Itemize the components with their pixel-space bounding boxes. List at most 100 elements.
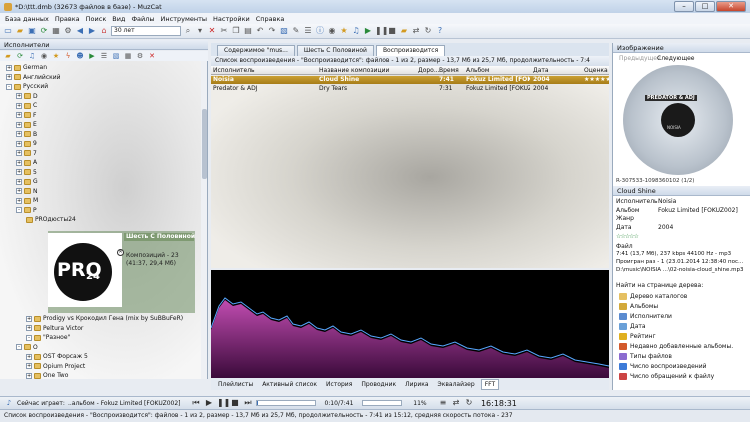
expand-icon[interactable]: +: [6, 64, 12, 71]
play-icon[interactable]: ▶: [204, 398, 214, 408]
column-header[interactable]: Доро...: [418, 67, 440, 74]
play-icon[interactable]: ▶: [363, 26, 373, 36]
tree-item[interactable]: + OST Форсаж 5: [26, 352, 88, 361]
collapse-icon[interactable]: -: [16, 207, 22, 213]
playlist-row[interactable]: Predator & ADJ Dry Tears 7:31 Fokuz Limited…: [211, 85, 609, 93]
menu-item[interactable]: База данных: [5, 15, 49, 23]
pause-icon[interactable]: ❚❚: [375, 26, 388, 36]
disk-icon[interactable]: ◉: [39, 51, 49, 61]
tree-item[interactable]: + A: [16, 158, 37, 167]
search-icon[interactable]: ⌕: [183, 26, 193, 36]
expand-icon[interactable]: +: [16, 112, 22, 118]
disk-icon[interactable]: ◉: [327, 26, 337, 36]
shuffle-icon[interactable]: ⇄: [451, 398, 461, 408]
stop-icon[interactable]: ■: [387, 26, 397, 36]
tree-item[interactable]: -P: [16, 206, 37, 215]
expand-icon[interactable]: +: [26, 353, 32, 360]
expand-icon[interactable]: +: [16, 159, 22, 166]
tree-item[interactable]: + One Two: [26, 371, 68, 379]
refresh-icon[interactable]: ⟳: [39, 26, 49, 36]
tree-item[interactable]: + German: [6, 63, 47, 72]
tree-item[interactable]: + M: [16, 196, 38, 205]
tree-nav-link[interactable]: Число обращений к файлу: [619, 373, 714, 380]
artists-tree[interactable]: PRO 24 ✕ Шесть С Половиной Композиций - …: [0, 61, 208, 379]
tree-item[interactable]: PROдюсты24: [26, 215, 76, 224]
play-icon[interactable]: ▶: [87, 51, 97, 61]
tree-nav-link[interactable]: Дерево каталогов: [619, 293, 687, 300]
expand-icon[interactable]: +: [16, 131, 22, 137]
album-card[interactable]: PRO 24 ✕ Шесть С Половиной Композиций - …: [48, 231, 195, 313]
bottom-tab[interactable]: Лирика: [402, 380, 431, 389]
volume-slider[interactable]: [361, 400, 402, 406]
arrow-left-icon[interactable]: ◀: [75, 26, 85, 36]
tab-1[interactable]: Содержимое "mus...: [217, 45, 295, 56]
tree-scrollbar-thumb[interactable]: [202, 109, 207, 179]
collapse-icon[interactable]: -: [26, 334, 32, 341]
expand-icon[interactable]: +: [16, 102, 22, 109]
settings-icon[interactable]: ⚙: [63, 26, 73, 36]
close-icon[interactable]: ✕: [147, 51, 157, 61]
list-icon[interactable]: ☰: [99, 51, 109, 61]
prev-track-icon[interactable]: ⏮: [191, 398, 201, 408]
save-icon[interactable]: ▣: [27, 26, 37, 36]
bottom-tab[interactable]: FFT: [480, 378, 500, 390]
tab-2[interactable]: Шесть С Половиной: [296, 45, 374, 56]
bottom-tab[interactable]: Плейлисты: [215, 380, 256, 389]
repeat-icon[interactable]: ↻: [423, 26, 433, 36]
column-header[interactable]: Альбом: [466, 67, 489, 74]
tree-item[interactable]: + Opium Project: [26, 362, 85, 371]
tree-item[interactable]: + E: [16, 120, 37, 129]
menu-item[interactable]: Правка: [55, 15, 80, 23]
maximize-button[interactable]: □: [695, 1, 715, 12]
playlist-row[interactable]: NoisiaCloud Shine7:41Fokuz Limited [FOKU…: [211, 76, 609, 84]
expand-icon[interactable]: +: [26, 372, 32, 379]
tree-nav-link[interactable]: Исполнители: [619, 313, 672, 320]
tree-nav-link[interactable]: Рейтинг: [619, 333, 656, 340]
expand-icon[interactable]: +: [26, 363, 32, 369]
bottom-tab[interactable]: История: [323, 380, 355, 389]
bottom-tab[interactable]: Эквалайзер: [435, 380, 478, 389]
tree-item[interactable]: +5: [16, 168, 37, 177]
tree-item[interactable]: + G: [16, 177, 38, 186]
list-icon[interactable]: ☰: [303, 26, 313, 36]
tab-3[interactable]: Воспроизводится: [375, 45, 446, 56]
pause-icon[interactable]: ❚❚: [217, 398, 230, 408]
folder-icon[interactable]: ▰: [399, 26, 409, 36]
tree-item[interactable]: + F: [16, 111, 36, 120]
expand-icon[interactable]: +: [16, 93, 22, 99]
menu-item[interactable]: Инструменты: [161, 15, 208, 23]
tree-item[interactable]: - Русский: [6, 82, 48, 91]
tree-item[interactable]: + Prodigy vs Крокодил Гена (mix by SuBBuF…: [26, 314, 183, 323]
expand-icon[interactable]: +: [16, 140, 22, 147]
seek-bar[interactable]: [255, 400, 316, 406]
prev-image-link[interactable]: Предыдущее: [619, 55, 661, 62]
next-image-link[interactable]: Следующее: [657, 55, 695, 62]
close-button[interactable]: ✕: [716, 1, 746, 12]
column-header[interactable]: Время: [439, 67, 459, 74]
music-icon[interactable]: ♫: [27, 51, 37, 61]
expand-icon[interactable]: +: [16, 188, 22, 194]
expand-icon[interactable]: +: [6, 74, 12, 80]
tree-item[interactable]: + Английский: [6, 73, 61, 82]
expand-icon[interactable]: +: [16, 150, 22, 156]
expand-icon[interactable]: +: [16, 169, 22, 175]
music-icon[interactable]: ♫: [351, 26, 361, 36]
age-filter-combo[interactable]: 30 лет: [111, 26, 181, 36]
settings-icon[interactable]: ⚙: [135, 51, 145, 61]
arrow-right-icon[interactable]: ▶: [87, 26, 97, 36]
info-icon[interactable]: ⓘ: [315, 26, 325, 36]
filter-icon[interactable]: ▾: [195, 26, 205, 36]
edit-icon[interactable]: ✎: [291, 26, 301, 36]
image-icon[interactable]: ▧: [111, 51, 121, 61]
remove-icon[interactable]: ✕: [117, 249, 124, 256]
delete-icon[interactable]: ✕: [207, 26, 217, 36]
bottom-tab[interactable]: Активный список: [259, 380, 320, 389]
help-icon[interactable]: ?: [435, 26, 445, 36]
tree-item[interactable]: - "Разное": [26, 333, 70, 342]
tree-nav-link[interactable]: Дата: [619, 323, 646, 330]
expand-icon[interactable]: +: [16, 197, 22, 204]
stop-icon[interactable]: ■: [230, 398, 240, 408]
tree-scrollbar[interactable]: [201, 61, 207, 379]
tree-nav-link[interactable]: Типы файлов: [619, 353, 672, 360]
expand-icon[interactable]: +: [16, 178, 22, 185]
